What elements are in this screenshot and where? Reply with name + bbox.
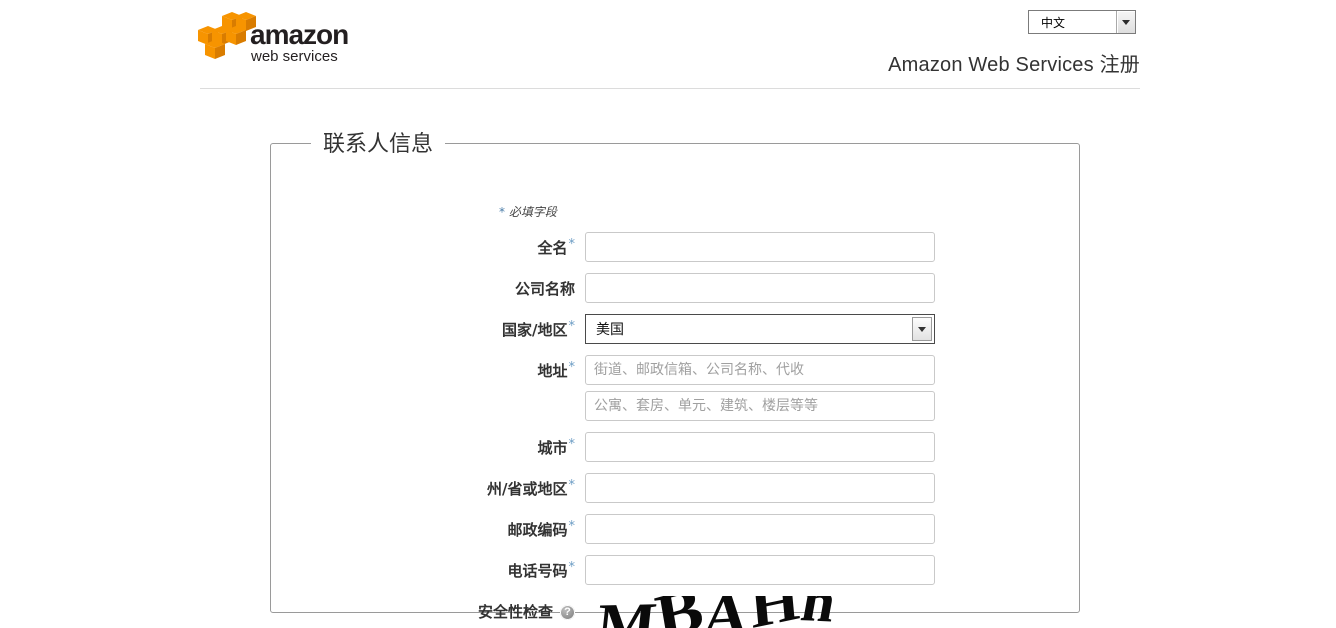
- captcha-image: MBAHn: [585, 596, 935, 628]
- field-postal-code: [585, 514, 935, 544]
- required-asterisk: *: [568, 359, 576, 375]
- label-company-name-text: 公司名称: [514, 279, 575, 298]
- help-icon[interactable]: ?: [560, 604, 575, 620]
- required-asterisk: *: [568, 236, 576, 252]
- city-input[interactable]: [585, 432, 935, 462]
- captcha-char: n: [796, 596, 843, 628]
- label-postal-code: 邮政编码 *: [271, 514, 575, 544]
- fieldset-legend: 联系人信息: [311, 126, 446, 158]
- signup-page: amazon web services 中文 Amazon Web Servic…: [0, 0, 1336, 628]
- label-phone-number-text: 电话号码: [507, 561, 568, 580]
- field-address-line-2: [585, 391, 935, 421]
- country-region-value: 美国: [596, 322, 624, 338]
- company-name-input[interactable]: [585, 273, 935, 303]
- required-note-text: 必填字段: [505, 205, 557, 219]
- svg-text:amazon: amazon: [250, 19, 348, 50]
- address-line-1-input[interactable]: [585, 355, 935, 385]
- label-address-line-2: [271, 391, 575, 421]
- language-select[interactable]: 中文: [1028, 10, 1136, 34]
- state-province-input[interactable]: [585, 473, 935, 503]
- field-company-name: [585, 273, 935, 303]
- label-full-name: 全名 *: [271, 232, 575, 262]
- form-row-address-line-1: 地址 *: [271, 355, 1079, 385]
- form-row-postal-code: 邮政编码 *: [271, 514, 1079, 544]
- form-row-company-name: 公司名称: [271, 273, 1079, 303]
- label-city: 城市 *: [271, 432, 575, 462]
- label-city-text: 城市: [537, 438, 568, 457]
- address-line-2-input[interactable]: [585, 391, 935, 421]
- form-row-state-province: 州/省或地区 *: [271, 473, 1079, 503]
- label-address-text: 地址: [537, 361, 568, 380]
- captcha-char: H: [747, 596, 804, 628]
- required-asterisk: *: [568, 518, 576, 534]
- label-country-region-text: 国家/地区: [502, 320, 568, 339]
- page-title-suffix: 注册: [1099, 52, 1140, 76]
- full-name-input[interactable]: [585, 232, 935, 262]
- required-asterisk: *: [568, 318, 576, 334]
- logo-cubes: [198, 12, 256, 59]
- required-asterisk: *: [568, 477, 576, 493]
- country-region-select[interactable]: 美国: [585, 314, 935, 344]
- label-state-province: 州/省或地区 *: [271, 473, 575, 503]
- aws-logo[interactable]: amazon web services: [198, 10, 348, 68]
- svg-text:web services: web services: [250, 48, 338, 65]
- label-state-province-text: 州/省或地区: [487, 479, 568, 498]
- field-city: [585, 432, 935, 462]
- captcha-char: A: [700, 596, 753, 628]
- field-address-line-1: [585, 355, 935, 385]
- captcha-text: MBAHn: [593, 596, 935, 628]
- required-fields-note: * 必填字段: [499, 203, 557, 220]
- label-company-name: 公司名称: [271, 273, 575, 303]
- phone-number-input[interactable]: [585, 555, 935, 585]
- postal-code-input[interactable]: [585, 514, 935, 544]
- form-row-security-check: 安全性检查? MBAHn: [271, 596, 1079, 628]
- header-divider: [200, 88, 1140, 89]
- page-header: amazon web services 中文 Amazon Web Servic…: [0, 0, 1336, 90]
- page-title-main: Amazon Web Services: [888, 54, 1100, 76]
- label-full-name-text: 全名: [537, 238, 568, 257]
- field-country-region: 美国: [585, 314, 935, 344]
- field-full-name: [585, 232, 935, 262]
- form-row-country-region: 国家/地区 * 美国: [271, 314, 1079, 344]
- form-row-phone-number: 电话号码 *: [271, 555, 1079, 585]
- field-phone-number: [585, 555, 935, 585]
- required-asterisk: *: [568, 559, 576, 575]
- label-security-check-text: 安全性检查: [477, 602, 553, 621]
- required-asterisk: *: [568, 436, 576, 452]
- form-row-address-line-2: [271, 391, 1079, 421]
- language-select-value: 中文: [1041, 15, 1066, 30]
- label-address: 地址 *: [271, 355, 575, 385]
- chevron-down-icon[interactable]: [912, 317, 932, 341]
- form-row-full-name: 全名 *: [271, 232, 1079, 262]
- form-row-city: 城市 *: [271, 432, 1079, 462]
- label-postal-code-text: 邮政编码: [507, 520, 568, 539]
- captcha-char: M: [593, 596, 662, 628]
- label-country-region: 国家/地区 *: [271, 314, 575, 344]
- contact-information-fieldset: 联系人信息 * 必填字段 全名 * 公司名称 国家/地区 * 美国 地址 * 街…: [270, 126, 1080, 628]
- field-state-province: [585, 473, 935, 503]
- label-phone-number: 电话号码 *: [271, 555, 575, 585]
- label-security-check: 安全性检查?: [271, 596, 575, 626]
- page-title: Amazon Web Services 注册: [888, 48, 1140, 77]
- chevron-down-icon[interactable]: [1116, 11, 1135, 33]
